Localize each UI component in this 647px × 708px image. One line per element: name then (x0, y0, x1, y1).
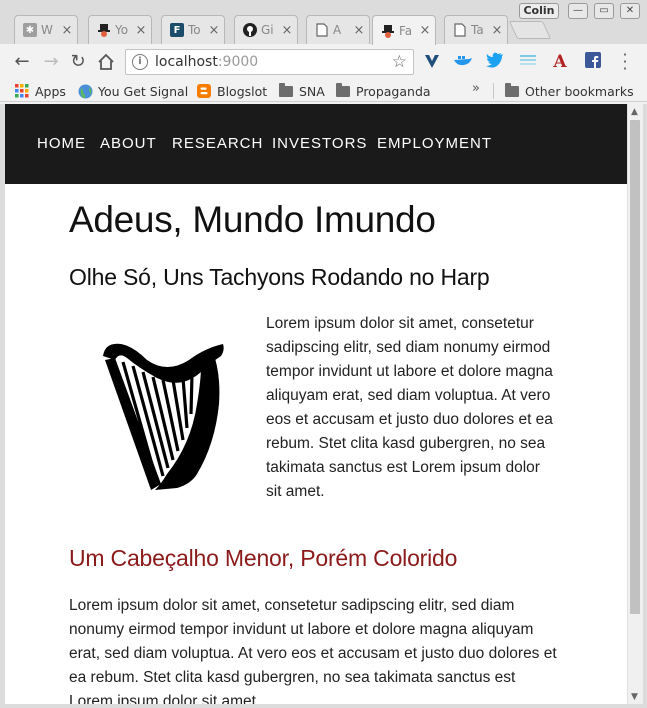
bookmark-label: Propaganda (356, 83, 431, 99)
page-viewport: HOME ABOUT RESEARCH INVESTORS EMPLOYMENT… (5, 104, 627, 704)
window-frame (0, 704, 647, 708)
browser-tab[interactable]: Gi × (234, 15, 298, 44)
tab-title: Gi (261, 23, 274, 37)
new-tab-button[interactable] (508, 21, 552, 39)
scroll-down-icon[interactable]: ▼ (631, 692, 638, 702)
tab-title: Ta (471, 23, 484, 37)
bookmark-folder-propaganda[interactable]: Propaganda (336, 82, 431, 100)
folder-icon (336, 83, 350, 98)
close-window-icon[interactable]: ✕ (620, 3, 640, 19)
nav-employment[interactable]: EMPLOYMENT (377, 135, 492, 152)
bookmark-label: Apps (35, 83, 66, 99)
scrollbar-thumb[interactable] (630, 120, 640, 614)
tab-title: A (333, 23, 342, 37)
tab-title: Yo (115, 23, 129, 37)
page-title: Adeus, Mundo Imundo (69, 199, 436, 240)
vertical-scrollbar[interactable]: ▲ ▼ (627, 104, 643, 704)
window-frame (643, 104, 647, 704)
github-icon (243, 23, 257, 37)
bookmark-blogslot[interactable]: Blogslot (197, 82, 267, 100)
tab-close-icon[interactable]: × (353, 23, 365, 38)
tab-close-icon[interactable]: × (208, 23, 220, 38)
bookmark-label: SNA (299, 83, 325, 99)
menu-icon[interactable]: · · · (619, 47, 631, 77)
minimize-icon[interactable]: — (568, 3, 588, 19)
home-icon[interactable] (95, 51, 117, 73)
browser-tab[interactable]: ✱ W × (14, 15, 78, 44)
page-icon (315, 23, 329, 37)
tab-close-icon[interactable]: × (135, 23, 147, 38)
forward-icon[interactable]: → (40, 51, 62, 73)
letter-f-icon: F (170, 23, 184, 37)
tab-close-icon[interactable]: × (491, 23, 503, 38)
page-icon (453, 23, 467, 37)
maximize-icon[interactable]: ▭ (594, 3, 614, 19)
tab-close-icon[interactable]: × (61, 23, 73, 38)
bookmark-label: You Get Signal (98, 83, 189, 99)
browser-tab-active[interactable]: Fa × (372, 15, 436, 45)
puzzle-icon: ✱ (23, 23, 37, 37)
folder-icon (279, 83, 293, 98)
letter-a-icon[interactable]: A (550, 52, 570, 72)
title-bar: ✱ W × Yo × F To × Gi × A × Fa × Ta × Col… (0, 0, 647, 45)
hat-icon (381, 24, 395, 38)
hat-icon (97, 23, 111, 37)
nav-research[interactable]: RESEARCH (172, 135, 263, 152)
twitter-icon[interactable] (485, 52, 505, 72)
address-port: :9000 (217, 54, 259, 70)
body-paragraph: Lorem ipsum dolor sit amet, consetetur s… (69, 597, 557, 704)
address-host: localhost (155, 54, 218, 70)
colored-heading: Um Cabeçalho Menor, Porém Colorido (69, 545, 458, 571)
tab-title: To (188, 23, 201, 37)
apps-grid-icon (15, 84, 29, 98)
bookmark-apps[interactable]: Apps (15, 82, 66, 100)
browser-tab[interactable]: A × (306, 15, 370, 44)
tab-title: W (41, 23, 53, 37)
tab-close-icon[interactable]: × (419, 23, 431, 38)
bookmark-folder-sna[interactable]: SNA (279, 82, 325, 100)
bookmarks-bar: Apps You Get Signal Blogslot SNA Propaga… (0, 80, 647, 102)
info-icon[interactable]: i (132, 54, 148, 70)
harp-icon (97, 334, 227, 494)
address-text: localhost:9000 (155, 54, 258, 70)
stack-extension-icon[interactable] (518, 52, 538, 72)
bookmark-label: Blogslot (217, 83, 268, 99)
bookmark-you-get-signal[interactable]: You Get Signal (78, 82, 188, 100)
facebook-icon[interactable] (583, 52, 603, 72)
scroll-up-icon[interactable]: ▲ (631, 107, 638, 117)
page-subtitle: Olhe Só, Uns Tachyons Rodando no Harp (69, 264, 490, 290)
bookmarks-divider (493, 83, 494, 99)
back-icon[interactable]: ← (11, 51, 33, 73)
nav-investors[interactable]: INVESTORS (272, 135, 367, 152)
blogger-icon (197, 84, 211, 98)
reload-icon[interactable]: ↻ (67, 51, 89, 73)
browser-tab[interactable]: Ta × (444, 15, 508, 44)
vimium-icon[interactable] (422, 52, 442, 72)
profile-button[interactable]: Colin (519, 3, 559, 19)
nav-about[interactable]: ABOUT (100, 135, 157, 152)
folder-icon (505, 83, 519, 98)
nav-home[interactable]: HOME (37, 135, 86, 152)
docker-icon[interactable] (453, 52, 473, 72)
site-nav: HOME ABOUT RESEARCH INVESTORS EMPLOYMENT (5, 104, 627, 184)
other-bookmarks[interactable]: Other bookmarks (505, 82, 634, 100)
browser-tab[interactable]: F To × (161, 15, 225, 44)
bookmarks-overflow-icon[interactable]: » (472, 81, 480, 96)
address-bar[interactable]: i localhost:9000 ☆ (125, 49, 414, 75)
bookmark-star-icon[interactable]: ☆ (392, 52, 407, 72)
tab-title: Fa (399, 23, 413, 38)
globe-icon (78, 84, 93, 99)
browser-tab[interactable]: Yo × (88, 15, 152, 44)
intro-paragraph: Lorem ipsum dolor sit amet, consetetur s… (266, 315, 553, 500)
other-bookmarks-label: Other bookmarks (525, 83, 634, 99)
tab-close-icon[interactable]: × (281, 23, 293, 38)
